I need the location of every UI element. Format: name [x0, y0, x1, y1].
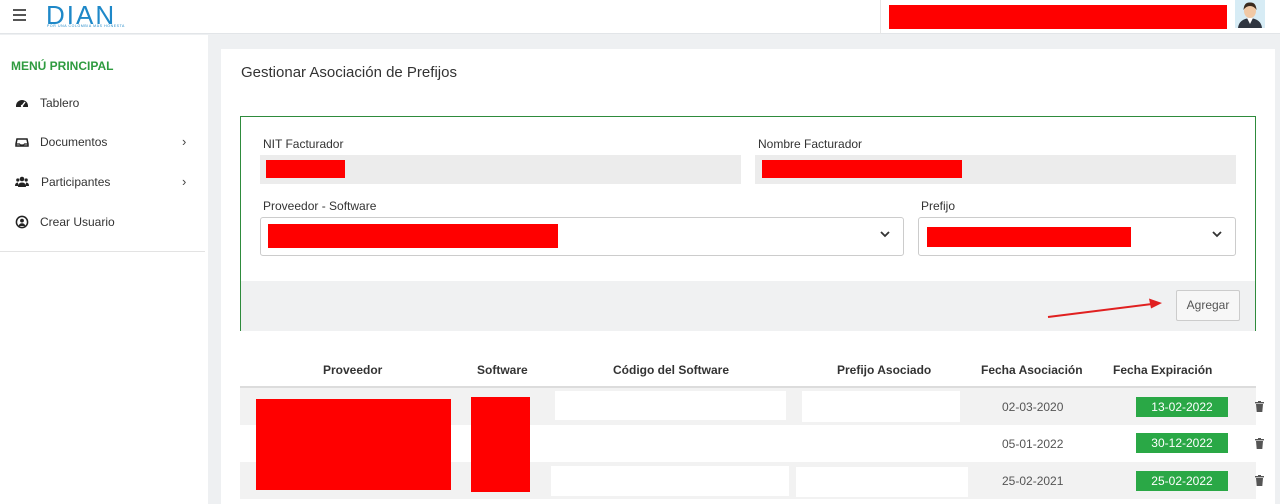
redacted-user-name	[889, 5, 1227, 29]
fecha-expiracion-badge: 30-12-2022	[1136, 433, 1228, 453]
sidebar-item-label: Crear Usuario	[40, 215, 115, 229]
prefijo-asociado-cell	[796, 467, 968, 497]
redacted-proveedor-value	[268, 224, 558, 248]
chevron-down-icon	[1212, 231, 1222, 238]
trash-icon[interactable]	[1255, 475, 1264, 486]
col-header-codigo-software: Código del Software	[613, 363, 730, 377]
nit-field	[260, 155, 741, 184]
logo-tagline: POR UNA COLOMBIA MÁS HONESTA	[47, 24, 125, 28]
users-icon	[15, 176, 29, 187]
trash-icon[interactable]	[1255, 401, 1264, 412]
prefijo-label: Prefijo	[921, 199, 956, 213]
prefijo-asociado-cell	[802, 391, 960, 422]
chevron-right-icon: ›	[182, 134, 187, 149]
redacted-software-cells	[471, 397, 530, 492]
prefijo-select[interactable]	[918, 217, 1236, 256]
nombre-label: Nombre Facturador	[758, 137, 863, 151]
nit-label: NIT Facturador	[263, 137, 344, 151]
menu-title: MENÚ PRINCIPAL	[11, 59, 114, 73]
hamburger-menu-icon[interactable]	[13, 9, 26, 21]
sidebar-item-label: Documentos	[40, 135, 108, 149]
col-header-fecha-asociacion: Fecha Asociación	[981, 363, 1083, 377]
col-header-fecha-expiracion: Fecha Expiración	[1113, 363, 1213, 377]
top-bar: DIAN POR UNA COLOMBIA MÁS HONESTA	[0, 0, 1280, 34]
trash-icon[interactable]	[1255, 438, 1264, 449]
fecha-asociacion-cell: 05-01-2022	[1002, 437, 1064, 451]
user-circle-icon	[15, 215, 29, 229]
user-avatar[interactable]	[1235, 0, 1265, 28]
col-header-proveedor: Proveedor	[323, 363, 383, 377]
fecha-expiracion-badge: 13-02-2022	[1136, 397, 1228, 417]
redacted-proveedor-cells	[256, 399, 451, 490]
sidebar: MENÚ PRINCIPAL Tablero Documentos › Part…	[0, 35, 208, 504]
annotation-arrow-icon	[1047, 298, 1162, 318]
main-card: Gestionar Asociación de Prefijos NIT Fac…	[221, 49, 1275, 504]
proveedor-software-select[interactable]	[260, 217, 904, 256]
proveedor-software-label: Proveedor - Software	[263, 199, 377, 213]
dashboard-icon	[16, 100, 28, 108]
col-header-prefijo-asociado: Prefijo Asociado	[837, 363, 932, 377]
avatar-person-icon	[1235, 0, 1265, 28]
agregar-button[interactable]: Agregar	[1176, 290, 1240, 321]
redacted-prefijo-value	[927, 227, 1131, 247]
chevron-down-icon	[880, 231, 890, 238]
sidebar-item-crear-usuario[interactable]: Crear Usuario	[0, 209, 205, 237]
topbar-divider	[880, 0, 881, 34]
chevron-right-icon: ›	[182, 174, 187, 189]
sidebar-item-tablero[interactable]: Tablero	[0, 90, 205, 118]
dian-logo[interactable]: DIAN POR UNA COLOMBIA MÁS HONESTA	[46, 0, 142, 31]
sidebar-item-label: Participantes	[41, 175, 111, 189]
sidebar-divider	[0, 251, 205, 252]
nombre-field	[755, 155, 1236, 184]
redacted-nit-value	[266, 160, 345, 178]
fecha-asociacion-cell: 02-03-2020	[1002, 400, 1064, 414]
sidebar-item-participantes[interactable]: Participantes ›	[0, 169, 205, 197]
codigo-software-cell	[555, 391, 786, 420]
fecha-asociacion-cell: 25-02-2021	[1002, 474, 1064, 488]
redacted-nombre-value	[762, 160, 962, 178]
sidebar-item-label: Tablero	[40, 96, 80, 110]
inbox-icon	[15, 138, 29, 147]
fecha-expiracion-badge: 25-02-2022	[1136, 471, 1228, 491]
codigo-software-cell	[551, 466, 789, 496]
page-title: Gestionar Asociación de Prefijos	[241, 64, 457, 81]
sidebar-item-documentos[interactable]: Documentos ›	[0, 129, 205, 157]
col-header-software: Software	[477, 363, 528, 377]
